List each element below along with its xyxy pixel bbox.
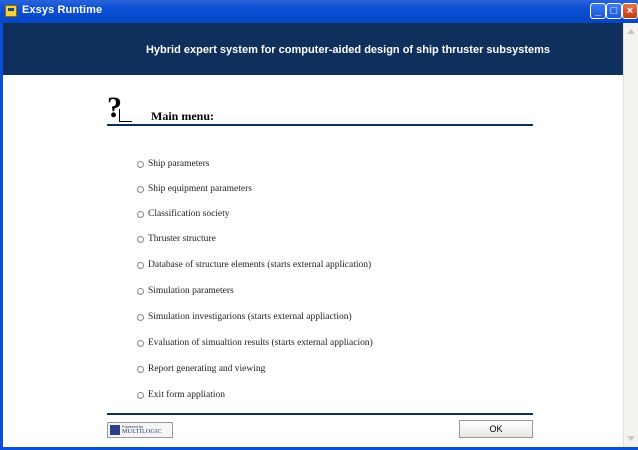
powered-by-badge: Powered by MULTILOGIC [107,422,173,438]
menu-option-report-generating[interactable]: Report generating and viewing [137,362,265,376]
vendor-name: MULTILOGIC [122,429,162,435]
menu-title: Main menu: [151,109,214,123]
menu-option-classification-society[interactable]: Classification society [137,207,230,221]
scroll-down-icon[interactable] [627,436,635,441]
option-label: Thruster structure [148,234,216,244]
option-label: Classification society [148,209,230,219]
multilogic-logo-icon [110,425,120,435]
client-area: Hybrid expert system for computer-aided … [3,23,623,447]
minimize-icon[interactable]: _ [590,3,606,19]
radio-button[interactable] [137,185,144,193]
ok-button[interactable]: OK [459,420,533,438]
maximize-icon[interactable]: □ [606,3,622,19]
option-label: Evaluation of simualtion results (starts… [148,338,373,348]
menu-option-ship-equipment-parameters[interactable]: Ship equipment parameters [137,182,252,196]
window-frame: Hybrid expert system for computer-aided … [0,23,638,450]
menu-option-simulation-investigations[interactable]: Simulation investigarions (starts extern… [137,310,352,324]
radio-button[interactable] [137,391,144,399]
option-label: Simulation investigarions (starts extern… [148,312,352,322]
option-label: Ship equipment parameters [148,184,252,194]
option-label: Database of structure elements (starts e… [148,260,372,270]
divider [107,124,533,126]
radio-button[interactable] [137,261,144,269]
menu-option-simulation-parameters[interactable]: Simulation parameters [137,284,234,298]
radio-button[interactable] [137,339,144,347]
title-bar: Exsys Runtime _ □ × [0,0,638,24]
header-subtitle: Hybrid expert system for computer-aided … [145,44,551,56]
menu-option-ship-parameters[interactable]: Ship parameters [137,157,209,171]
option-label: Report generating and viewing [148,364,266,374]
menu-option-evaluation-of-simulation-results[interactable]: Evaluation of simualtion results (starts… [137,336,373,350]
exsys-app-icon [5,5,17,17]
radio-button[interactable] [137,160,144,168]
option-label: Simulation parameters [148,286,234,296]
radio-button[interactable] [137,365,144,373]
menu-option-exit[interactable]: Exit form appliation [137,388,225,402]
close-icon[interactable]: × [622,3,638,19]
radio-button[interactable] [137,235,144,243]
divider [107,413,533,415]
option-label: Ship parameters [148,159,210,169]
radio-button[interactable] [137,287,144,295]
question-mark-icon: ? [107,91,132,124]
radio-button[interactable] [137,210,144,218]
header-banner: Hybrid expert system for computer-aided … [3,23,623,75]
window-title: Exsys Runtime [22,4,103,16]
option-label: Exit form appliation [148,390,226,400]
vertical-scrollbar[interactable] [623,23,638,447]
scroll-up-icon[interactable] [627,29,635,34]
radio-button[interactable] [137,313,144,321]
menu-option-thruster-structure[interactable]: Thruster structure [137,232,216,246]
menu-option-database-of-structure-elements[interactable]: Database of structure elements (starts e… [137,258,371,272]
